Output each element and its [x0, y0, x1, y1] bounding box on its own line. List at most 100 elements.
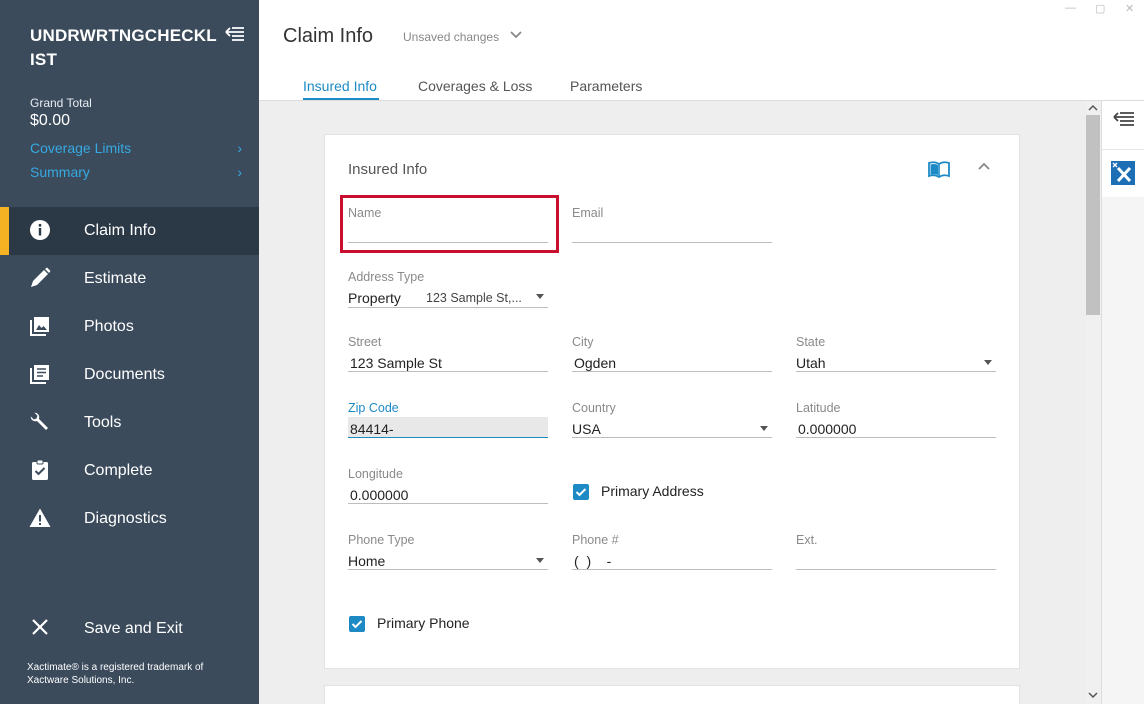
save-and-exit-label: Save and Exit [84, 620, 183, 637]
address-type-select[interactable]: Address Type Property 123 Sample St,... [348, 270, 548, 310]
nav-item-tools[interactable]: Tools [0, 399, 259, 447]
tab-coverages-loss[interactable]: Coverages & Loss [418, 78, 532, 94]
minimize-icon[interactable]: — [1065, 2, 1076, 14]
email-field[interactable]: Email [572, 206, 772, 246]
primary-phone-label: Primary Phone [377, 615, 470, 631]
zip-code-field[interactable]: Zip Code 84414- [348, 401, 548, 441]
rail-divider [1102, 149, 1144, 150]
right-rail [1101, 101, 1144, 704]
main-scrollbar[interactable] [1085, 101, 1101, 704]
state-select[interactable]: State Utah [796, 335, 996, 375]
zip-code-value[interactable]: 84414- [350, 421, 394, 437]
street-label: Street [348, 335, 382, 349]
documents-icon [30, 365, 49, 384]
coverage-limits-link[interactable]: Coverage Limits › [30, 140, 242, 156]
phone-ext-field[interactable]: Ext. [796, 533, 996, 573]
checkmark-icon [575, 488, 587, 497]
phone-number-label: Phone # [572, 533, 619, 547]
street-value[interactable]: 123 Sample St [350, 355, 442, 371]
scroll-down-icon[interactable] [1088, 691, 1098, 699]
nav-item-claim-info[interactable]: Claim Info [0, 207, 259, 255]
nav-item-estimate[interactable]: Estimate [0, 255, 259, 303]
latitude-value[interactable]: 0.000000 [798, 421, 856, 437]
primary-address-checkbox[interactable] [573, 484, 589, 500]
wrench-icon [30, 412, 48, 430]
zip-code-label: Zip Code [348, 401, 399, 415]
phone-number-value[interactable]: ( ) - [574, 553, 611, 569]
close-window-icon[interactable]: ✕ [1125, 2, 1134, 15]
nav-item-diagnostics[interactable]: Diagnostics [0, 495, 259, 543]
collapse-sidebar-icon[interactable] [224, 24, 246, 44]
name-field[interactable]: Name [348, 206, 548, 246]
chevron-right-icon: › [237, 140, 242, 156]
latitude-field[interactable]: Latitude 0.000000 [796, 401, 996, 441]
close-icon [32, 619, 48, 635]
state-label: State [796, 335, 826, 349]
warning-icon [29, 508, 51, 527]
tab-insured-info[interactable]: Insured Info [303, 78, 377, 94]
name-underline [348, 242, 548, 243]
save-and-exit-button[interactable]: Save and Exit [0, 605, 259, 653]
book-icon[interactable] [928, 160, 950, 178]
nav-label: Complete [84, 462, 153, 479]
xactimate-x-icon[interactable] [1111, 161, 1135, 185]
page-title: Claim Info [283, 25, 374, 47]
city-label: City [572, 335, 594, 349]
nav-item-complete[interactable]: Complete [0, 447, 259, 495]
city-field[interactable]: City Ogden [572, 335, 772, 375]
sidebar: UNDRWRTNGCHECKLIST Grand Total $0.00 Cov… [0, 0, 259, 704]
grand-total-value: $0.00 [30, 112, 71, 129]
phone-type-select[interactable]: Phone Type Home [348, 533, 548, 573]
nav-item-documents[interactable]: Documents [0, 351, 259, 399]
nav-label: Diagnostics [84, 510, 167, 527]
scroll-thumb[interactable] [1086, 115, 1100, 315]
nav-item-photos[interactable]: Photos [0, 303, 259, 351]
email-underline [572, 242, 772, 243]
caret-down-icon [536, 294, 544, 299]
caret-down-icon [760, 426, 768, 431]
longitude-label: Longitude [348, 467, 403, 481]
country-select[interactable]: Country USA [572, 401, 772, 441]
longitude-value[interactable]: 0.000000 [350, 487, 408, 503]
country-label: Country [572, 401, 616, 415]
summary-link[interactable]: Summary › [30, 164, 242, 180]
longitude-field[interactable]: Longitude 0.000000 [348, 467, 548, 507]
card-title: Insured Info [348, 161, 428, 178]
city-value[interactable]: Ogden [574, 355, 616, 371]
phone-number-field[interactable]: Phone # ( ) - [572, 533, 772, 573]
phone-type-label: Phone Type [348, 533, 415, 547]
header: Claim Info Unsaved changes — ▢ ✕ Insured… [259, 0, 1144, 101]
checkmark-icon [351, 620, 363, 629]
pencil-icon [31, 267, 51, 287]
name-label: Name [348, 206, 382, 220]
nav-label: Documents [84, 366, 165, 383]
nav-label: Claim Info [84, 222, 157, 239]
tab-parameters[interactable]: Parameters [570, 78, 642, 94]
street-underline [348, 371, 548, 372]
nav-label: Tools [84, 414, 122, 431]
country-underline [572, 437, 772, 438]
summary-label: Summary [30, 164, 90, 180]
expand-panel-icon[interactable] [1112, 109, 1136, 131]
longitude-underline [348, 503, 548, 504]
email-label: Email [572, 206, 604, 220]
trademark-notice: Xactimate® is a registered trademark of … [27, 662, 204, 686]
chevron-right-icon: › [237, 164, 242, 180]
chevron-up-icon[interactable] [977, 159, 991, 173]
nav-label: Estimate [84, 270, 147, 287]
coverage-limits-label: Coverage Limits [30, 140, 132, 156]
primary-phone-checkbox[interactable] [349, 616, 365, 632]
street-field[interactable]: Street 123 Sample St [348, 335, 548, 375]
chevron-down-icon[interactable] [509, 28, 523, 42]
nav-label: Photos [84, 318, 134, 335]
photos-icon [30, 317, 49, 336]
latitude-label: Latitude [796, 401, 841, 415]
primary-address-label: Primary Address [601, 483, 704, 499]
main-nav: Claim Info Estimate Photos Documents Too… [0, 207, 259, 543]
scroll-up-icon[interactable] [1088, 104, 1098, 112]
project-title: UNDRWRTNGCHECKLIST [30, 26, 217, 69]
maximize-icon[interactable]: ▢ [1095, 2, 1105, 15]
city-underline [572, 371, 772, 372]
caret-down-icon [984, 360, 992, 365]
next-section-card [324, 685, 1020, 704]
